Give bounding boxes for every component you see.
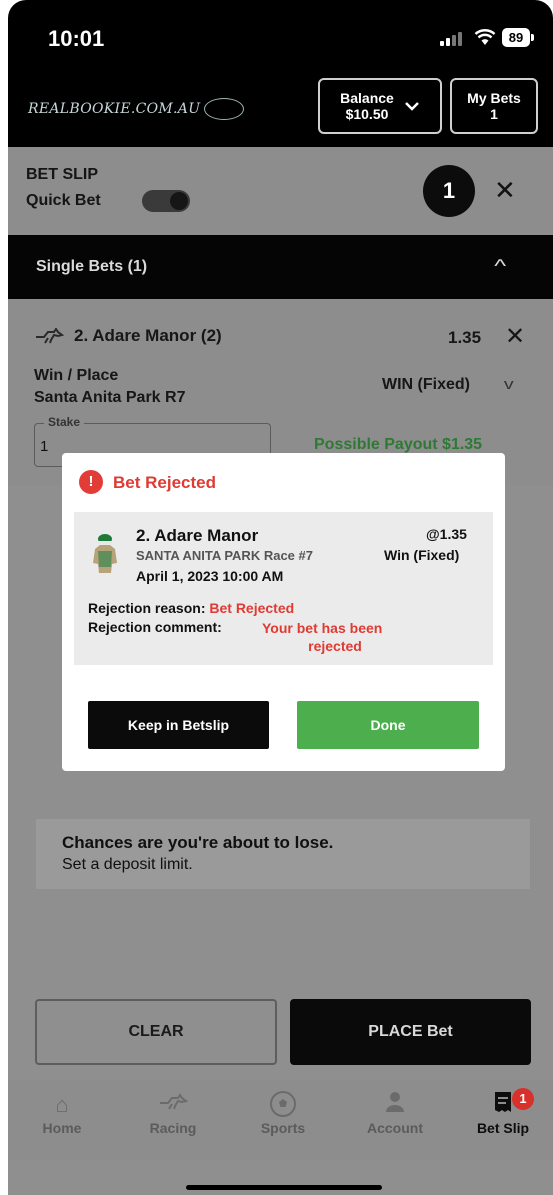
dialog-title: Bet Rejected [113,473,216,492]
bet-option-select[interactable]: WIN (Fixed) [382,376,470,394]
selection-name: 2. Adare Manor (2) [74,326,222,345]
brand-logo[interactable]: REALBOOKIE.COM.AU [28,92,245,126]
jockey-silks-icon [93,534,117,573]
rejection-reason-label: Rejection reason: [88,600,206,616]
tab-label: Home [42,1120,82,1136]
my-bets-button[interactable]: My Bets 1 [450,78,538,134]
selection-odds: 1.35 [448,328,482,347]
selection-row: 2. Adare Manor (2) [34,326,222,346]
tab-label: Account [367,1120,423,1136]
tab-label: Bet Slip [476,1120,530,1136]
tab-sports[interactable]: Sports [238,1090,328,1136]
soccer-ball-icon [238,1090,328,1120]
person-icon [350,1090,440,1120]
logo-text: REALBOOKIE.COM.AU [28,101,201,117]
done-button[interactable]: Done [297,701,479,749]
race-venue: Santa Anita Park R7 [34,389,186,406]
rejection-comment-line2: rejected [308,638,362,654]
balance-value: $10.50 [345,106,389,122]
runner-odds: @1.35 [426,526,467,542]
close-icon[interactable]: ✕ [494,176,516,204]
wifi-icon [474,29,496,45]
home-icon: ⌂ [55,1092,69,1117]
quick-bet-label: Quick Bet [26,192,101,209]
betslip-badge: 1 [512,1088,534,1110]
warning-subtitle: Set a deposit limit. [62,856,193,873]
my-bets-count: 1 [490,106,498,122]
tab-bet-slip[interactable]: Bet Slip [458,1090,548,1136]
rejection-comment-label: Rejection comment: [88,619,222,635]
warning-title: Chances are you're about to lose. [62,833,334,852]
place-bet-button[interactable]: PLACE Bet [290,999,531,1065]
horse-icon [128,1090,218,1120]
quick-bet-toggle[interactable] [142,190,190,212]
rejection-reason-value: Bet Rejected [209,600,295,616]
remove-selection-icon[interactable]: ✕ [505,322,525,351]
stake-label: Stake [44,415,85,429]
responsible-gambling-banner[interactable] [36,819,530,889]
rejection-comment-value: Your bet has been rejected [262,619,422,655]
logo-ball-icon [204,98,245,120]
chevron-down-icon [404,102,419,111]
betslip-title: BET SLIP [26,166,99,183]
bet-option: Win (Fixed) [384,547,460,563]
race-name: SANTA ANITA PARK Race #7 [136,548,313,563]
tab-account[interactable]: Account [350,1090,440,1136]
signal-icon [440,30,464,46]
rejection-comment-line1: Your bet has been [262,620,383,636]
tab-racing[interactable]: Racing [128,1090,218,1136]
balance-button[interactable]: Balance $10.50 [318,78,442,134]
error-icon: ! [79,470,103,494]
betslip-count-badge: 1 [423,165,475,217]
possible-payout: Possible Payout $1.35 [314,436,483,453]
tab-label: Racing [149,1120,197,1136]
clear-button[interactable]: CLEAR [35,999,277,1065]
chevron-down-icon[interactable]: v [504,376,514,393]
battery-icon: 89 [502,28,534,47]
horse-icon [36,328,64,344]
status-time: 10:01 [48,26,105,51]
balance-label: Balance [340,90,394,106]
tab-home[interactable]: ⌂ Home [17,1090,107,1136]
race-date: April 1, 2023 10:00 AM [136,568,284,584]
keep-in-betslip-button[interactable]: Keep in Betslip [88,701,269,749]
tab-label: Sports [260,1120,306,1136]
chevron-up-icon[interactable]: ^ [494,256,506,277]
rejection-reason: Rejection reason: Bet Rejected [88,600,294,616]
home-indicator[interactable] [186,1185,382,1190]
my-bets-label: My Bets [467,90,521,106]
betslip-icon [458,1090,548,1120]
bet-type: Win / Place [34,367,119,384]
stake-value[interactable]: 1 [40,438,48,455]
runner-name: 2. Adare Manor [136,526,259,545]
single-bets-title: Single Bets (1) [36,258,148,275]
